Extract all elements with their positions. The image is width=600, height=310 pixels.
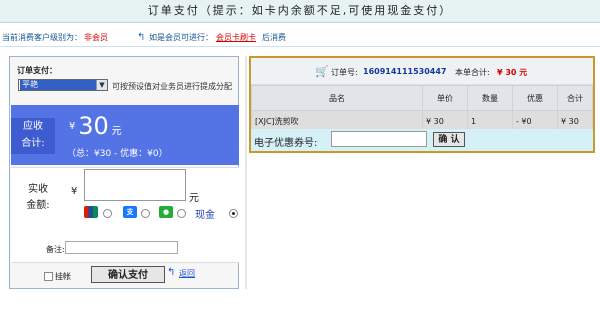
coupon-label: 电子优惠券号: bbox=[254, 138, 318, 149]
customer-info-bar: 当前消费客户级别为： 非会员 ↰ 如是会员可进行： 会员卡刷卡 后消费 bbox=[0, 30, 600, 47]
wechat-pay-radio[interactable] bbox=[177, 209, 186, 218]
alipay-radio[interactable] bbox=[141, 209, 150, 218]
order-no-value: 160914111530447 bbox=[363, 67, 447, 76]
coupon-confirm-button[interactable]: 确 认 bbox=[433, 132, 465, 147]
payment-section-label: 订单支付： bbox=[17, 66, 57, 75]
operator-select-value: 平艳 bbox=[20, 80, 96, 90]
due-unit: 元 bbox=[111, 126, 122, 137]
hold-checkbox[interactable] bbox=[44, 272, 53, 281]
order-total-label: 本单合计: bbox=[455, 68, 490, 77]
amount-due-box: 应收 合计: ¥ 30 元 （总：¥30 - 优惠：¥0） bbox=[11, 105, 239, 165]
alipay-icon: 支 bbox=[123, 206, 137, 218]
page-title: 订单支付（提示：如卡内余额不足,可使用现金支付） bbox=[147, 4, 453, 17]
order-total-value: ¥ 30 元 bbox=[497, 68, 528, 77]
operator-hint: 可按预设值对业务员进行提成分配 bbox=[112, 82, 232, 91]
amount-received-input[interactable] bbox=[84, 169, 186, 201]
cash-label: 现金 bbox=[195, 210, 215, 221]
col-subtotal: 合计 bbox=[557, 85, 593, 111]
amount-received-section: 实收 金额: ¥ 元 支 ● 现金 bbox=[11, 167, 239, 237]
divider bbox=[245, 56, 247, 289]
remark-row: 备注: bbox=[11, 236, 239, 263]
member-hint-arrow-icon: ↰ bbox=[137, 32, 146, 43]
unionpay-radio[interactable] bbox=[103, 209, 112, 218]
confirm-payment-button[interactable]: 确认支付 bbox=[91, 266, 165, 283]
back-link[interactable]: 返回 bbox=[179, 268, 195, 279]
col-discount: 优惠 bbox=[512, 85, 558, 111]
order-panel: 🛒 订单号: 160914111530447 本单合计: ¥ 30 元 品名 单… bbox=[249, 56, 595, 153]
member-hint-label: 如是会员可进行： bbox=[149, 33, 213, 42]
col-price: 单价 bbox=[422, 85, 468, 111]
cash-radio[interactable] bbox=[229, 209, 238, 218]
due-amount: 30 bbox=[78, 112, 109, 140]
amount-due-value: ¥ 30 元 bbox=[69, 112, 122, 140]
due-currency: ¥ bbox=[69, 121, 76, 132]
coupon-row: 电子优惠券号: 确 认 bbox=[251, 129, 593, 151]
operator-select[interactable]: 平艳 ▼ bbox=[18, 79, 108, 91]
payment-actions: 挂帐 确认支付 ↰ 返回 bbox=[11, 263, 239, 288]
member-hint-suffix: 后消费 bbox=[262, 33, 286, 42]
page-header: 订单支付（提示：如卡内余额不足,可使用现金支付） bbox=[0, 0, 600, 23]
order-no-label: 订单号: bbox=[331, 68, 358, 77]
received-unit: 元 bbox=[189, 193, 199, 204]
remark-input[interactable] bbox=[65, 241, 178, 254]
col-qty: 数量 bbox=[467, 85, 513, 111]
member-card-link[interactable]: 会员卡刷卡 bbox=[216, 32, 256, 43]
coupon-input[interactable] bbox=[331, 131, 427, 147]
col-name: 品名 bbox=[251, 85, 423, 111]
order-header: 🛒 订单号: 160914111530447 本单合计: ¥ 30 元 bbox=[251, 58, 593, 85]
chevron-down-icon[interactable]: ▼ bbox=[96, 80, 107, 90]
remark-label: 备注: bbox=[46, 245, 65, 254]
table-header-row: 品名 单价 数量 优惠 合计 bbox=[251, 85, 593, 111]
received-currency: ¥ bbox=[71, 186, 78, 197]
cart-icon: 🛒 bbox=[315, 65, 329, 78]
customer-level-label: 当前消费客户级别为： bbox=[2, 33, 82, 42]
unionpay-icon bbox=[84, 206, 98, 218]
customer-level-value: 非会员 bbox=[84, 33, 108, 42]
payment-panel: 订单支付： 平艳 ▼ 可按预设值对业务员进行提成分配 应收 合计: ¥ 30 元… bbox=[9, 56, 239, 289]
back-arrow-icon[interactable]: ↰ bbox=[167, 267, 175, 278]
wechat-pay-icon: ● bbox=[159, 206, 173, 218]
amount-due-detail: （总：¥30 - 优惠：¥0） bbox=[67, 149, 168, 159]
hold-label: 挂帐 bbox=[55, 272, 71, 281]
amount-due-label: 应收 合计: bbox=[11, 118, 55, 154]
order-items-table: 品名 单价 数量 优惠 合计 [XJC]洗剪吹 ¥ 30 1 - ¥0 ¥ 30 bbox=[251, 85, 593, 132]
